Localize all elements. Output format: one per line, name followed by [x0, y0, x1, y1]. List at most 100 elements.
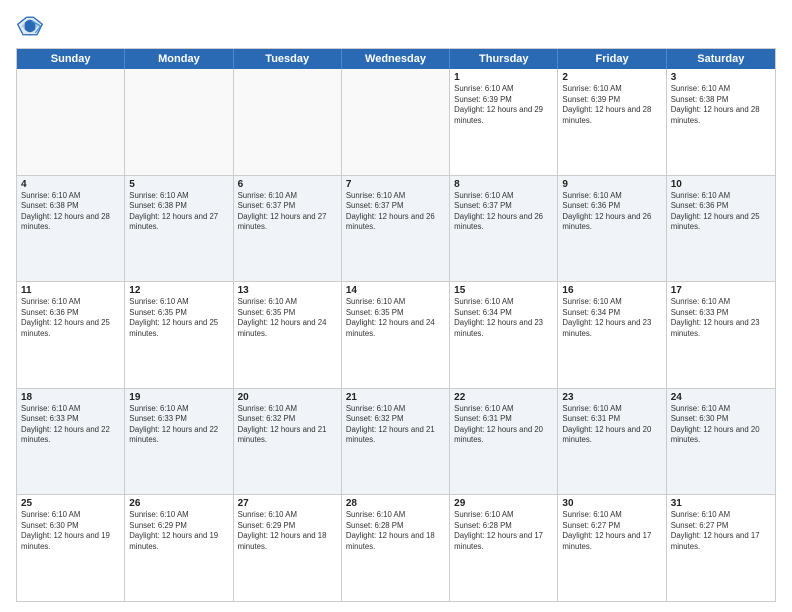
day-number: 15 — [454, 285, 553, 296]
day-number: 8 — [454, 179, 553, 190]
calendar-row-1: 1 Sunrise: 6:10 AM Sunset: 6:39 PM Daylig… — [17, 69, 775, 176]
day-number: 7 — [346, 179, 445, 190]
cell-info: Sunrise: 6:10 AM Sunset: 6:37 PM Dayligh… — [238, 191, 337, 233]
calendar-cell-1: 1Sunrise: 6:10 AM Sunset: 6:39 PM Daylig… — [450, 69, 558, 175]
day-number: 1 — [454, 72, 553, 83]
calendar-cell-12: 12Sunrise: 6:10 AM Sunset: 6:35 PM Dayli… — [125, 282, 233, 388]
cell-info: Sunrise: 6:10 AM Sunset: 6:29 PM Dayligh… — [238, 510, 337, 552]
cell-info: Sunrise: 6:10 AM Sunset: 6:29 PM Dayligh… — [129, 510, 228, 552]
cell-info: Sunrise: 6:10 AM Sunset: 6:32 PM Dayligh… — [346, 404, 445, 446]
calendar-cell-24: 24Sunrise: 6:10 AM Sunset: 6:30 PM Dayli… — [667, 389, 775, 495]
day-number: 2 — [562, 72, 661, 83]
cell-info: Sunrise: 6:10 AM Sunset: 6:27 PM Dayligh… — [562, 510, 661, 552]
day-number: 12 — [129, 285, 228, 296]
cell-info: Sunrise: 6:10 AM Sunset: 6:33 PM Dayligh… — [129, 404, 228, 446]
day-number: 11 — [21, 285, 120, 296]
day-number: 30 — [562, 498, 661, 509]
cell-info: Sunrise: 6:10 AM Sunset: 6:38 PM Dayligh… — [21, 191, 120, 233]
header-day-thursday: Thursday — [450, 49, 558, 69]
cell-info: Sunrise: 6:10 AM Sunset: 6:36 PM Dayligh… — [671, 191, 771, 233]
cell-info: Sunrise: 6:10 AM Sunset: 6:33 PM Dayligh… — [21, 404, 120, 446]
day-number: 29 — [454, 498, 553, 509]
day-number: 5 — [129, 179, 228, 190]
logo-icon — [16, 12, 44, 40]
calendar-cell-17: 17Sunrise: 6:10 AM Sunset: 6:33 PM Dayli… — [667, 282, 775, 388]
day-number: 28 — [346, 498, 445, 509]
calendar-cell-23: 23Sunrise: 6:10 AM Sunset: 6:31 PM Dayli… — [558, 389, 666, 495]
cell-info: Sunrise: 6:10 AM Sunset: 6:37 PM Dayligh… — [346, 191, 445, 233]
calendar-cell-28: 28Sunrise: 6:10 AM Sunset: 6:28 PM Dayli… — [342, 495, 450, 601]
cell-info: Sunrise: 6:10 AM Sunset: 6:31 PM Dayligh… — [454, 404, 553, 446]
header-day-monday: Monday — [125, 49, 233, 69]
cell-info: Sunrise: 6:10 AM Sunset: 6:39 PM Dayligh… — [562, 84, 661, 126]
day-number: 24 — [671, 392, 771, 403]
calendar-cell-5: 5Sunrise: 6:10 AM Sunset: 6:38 PM Daylig… — [125, 176, 233, 282]
calendar-row-2: 4Sunrise: 6:10 AM Sunset: 6:38 PM Daylig… — [17, 176, 775, 283]
calendar-cell-8: 8Sunrise: 6:10 AM Sunset: 6:37 PM Daylig… — [450, 176, 558, 282]
cell-info: Sunrise: 6:10 AM Sunset: 6:37 PM Dayligh… — [454, 191, 553, 233]
cell-info: Sunrise: 6:10 AM Sunset: 6:32 PM Dayligh… — [238, 404, 337, 446]
cell-info: Sunrise: 6:10 AM Sunset: 6:30 PM Dayligh… — [671, 404, 771, 446]
cell-info: Sunrise: 6:10 AM Sunset: 6:34 PM Dayligh… — [562, 297, 661, 339]
header — [16, 12, 776, 40]
calendar-cell-7: 7Sunrise: 6:10 AM Sunset: 6:37 PM Daylig… — [342, 176, 450, 282]
calendar-cell-13: 13Sunrise: 6:10 AM Sunset: 6:35 PM Dayli… — [234, 282, 342, 388]
cell-info: Sunrise: 6:10 AM Sunset: 6:28 PM Dayligh… — [454, 510, 553, 552]
day-number: 13 — [238, 285, 337, 296]
calendar-cell-29: 29Sunrise: 6:10 AM Sunset: 6:28 PM Dayli… — [450, 495, 558, 601]
cell-info: Sunrise: 6:10 AM Sunset: 6:36 PM Dayligh… — [562, 191, 661, 233]
calendar-cell-9: 9Sunrise: 6:10 AM Sunset: 6:36 PM Daylig… — [558, 176, 666, 282]
cell-info: Sunrise: 6:10 AM Sunset: 6:38 PM Dayligh… — [129, 191, 228, 233]
cell-info: Sunrise: 6:10 AM Sunset: 6:35 PM Dayligh… — [129, 297, 228, 339]
calendar-cell-26: 26Sunrise: 6:10 AM Sunset: 6:29 PM Dayli… — [125, 495, 233, 601]
day-number: 10 — [671, 179, 771, 190]
day-number: 23 — [562, 392, 661, 403]
calendar-cell-15: 15Sunrise: 6:10 AM Sunset: 6:34 PM Dayli… — [450, 282, 558, 388]
day-number: 3 — [671, 72, 771, 83]
calendar: SundayMondayTuesdayWednesdayThursdayFrid… — [16, 48, 776, 602]
calendar-cell-27: 27Sunrise: 6:10 AM Sunset: 6:29 PM Dayli… — [234, 495, 342, 601]
day-number: 17 — [671, 285, 771, 296]
cell-info: Sunrise: 6:10 AM Sunset: 6:33 PM Dayligh… — [671, 297, 771, 339]
calendar-cell-21: 21Sunrise: 6:10 AM Sunset: 6:32 PM Dayli… — [342, 389, 450, 495]
day-number: 16 — [562, 285, 661, 296]
calendar-cell-empty-0-1 — [125, 69, 233, 175]
cell-info: Sunrise: 6:10 AM Sunset: 6:27 PM Dayligh… — [671, 510, 771, 552]
calendar-cell-empty-0-2 — [234, 69, 342, 175]
day-number: 21 — [346, 392, 445, 403]
calendar-row-4: 18Sunrise: 6:10 AM Sunset: 6:33 PM Dayli… — [17, 389, 775, 496]
calendar-cell-2: 2Sunrise: 6:10 AM Sunset: 6:39 PM Daylig… — [558, 69, 666, 175]
calendar-cell-empty-0-3 — [342, 69, 450, 175]
cell-info: Sunrise: 6:10 AM Sunset: 6:36 PM Dayligh… — [21, 297, 120, 339]
calendar-cell-14: 14Sunrise: 6:10 AM Sunset: 6:35 PM Dayli… — [342, 282, 450, 388]
day-number: 31 — [671, 498, 771, 509]
day-number: 19 — [129, 392, 228, 403]
calendar-cell-19: 19Sunrise: 6:10 AM Sunset: 6:33 PM Dayli… — [125, 389, 233, 495]
calendar-cell-3: 3Sunrise: 6:10 AM Sunset: 6:38 PM Daylig… — [667, 69, 775, 175]
calendar-body: 1 Sunrise: 6:10 AM Sunset: 6:39 PM Daylig… — [17, 69, 775, 601]
calendar-row-5: 25Sunrise: 6:10 AM Sunset: 6:30 PM Dayli… — [17, 495, 775, 601]
calendar-row-3: 11Sunrise: 6:10 AM Sunset: 6:36 PM Dayli… — [17, 282, 775, 389]
calendar-cell-31: 31Sunrise: 6:10 AM Sunset: 6:27 PM Dayli… — [667, 495, 775, 601]
day-number: 9 — [562, 179, 661, 190]
cell-info: Sunrise: 6:10 AM Sunset: 6:30 PM Dayligh… — [21, 510, 120, 552]
cell-info: Sunrise: 6:10 AM Sunset: 6:35 PM Dayligh… — [346, 297, 445, 339]
calendar-cell-18: 18Sunrise: 6:10 AM Sunset: 6:33 PM Dayli… — [17, 389, 125, 495]
calendar-cell-22: 22Sunrise: 6:10 AM Sunset: 6:31 PM Dayli… — [450, 389, 558, 495]
cell-info: Sunrise: 6:10 AM Sunset: 6:35 PM Dayligh… — [238, 297, 337, 339]
day-number: 4 — [21, 179, 120, 190]
day-number: 20 — [238, 392, 337, 403]
calendar-cell-16: 16Sunrise: 6:10 AM Sunset: 6:34 PM Dayli… — [558, 282, 666, 388]
day-number: 18 — [21, 392, 120, 403]
calendar-cell-30: 30Sunrise: 6:10 AM Sunset: 6:27 PM Dayli… — [558, 495, 666, 601]
cell-info: Sunrise: 6:10 AM Sunset: 6:31 PM Dayligh… — [562, 404, 661, 446]
calendar-cell-11: 11Sunrise: 6:10 AM Sunset: 6:36 PM Dayli… — [17, 282, 125, 388]
logo — [16, 12, 48, 40]
header-day-tuesday: Tuesday — [234, 49, 342, 69]
header-day-wednesday: Wednesday — [342, 49, 450, 69]
calendar-cell-6: 6Sunrise: 6:10 AM Sunset: 6:37 PM Daylig… — [234, 176, 342, 282]
calendar-cell-empty-0-0 — [17, 69, 125, 175]
calendar-cell-20: 20Sunrise: 6:10 AM Sunset: 6:32 PM Dayli… — [234, 389, 342, 495]
calendar-cell-10: 10Sunrise: 6:10 AM Sunset: 6:36 PM Dayli… — [667, 176, 775, 282]
calendar-cell-4: 4Sunrise: 6:10 AM Sunset: 6:38 PM Daylig… — [17, 176, 125, 282]
